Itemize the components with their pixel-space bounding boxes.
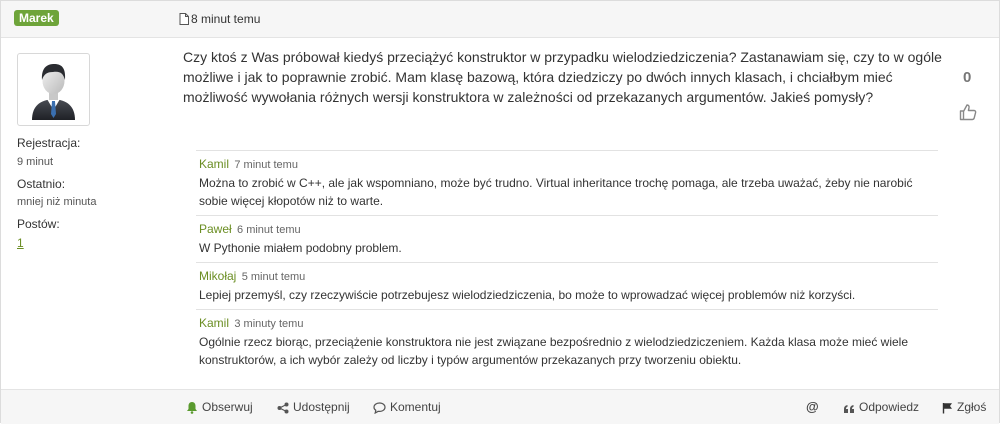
comment-author[interactable]: Mikołaj [199, 269, 236, 283]
comment-text: Można to zrobić w C++, ale jak wspomnian… [199, 176, 913, 208]
comment: Kamil 3 minuty temu Ogólnie rzecz biorąc… [196, 309, 938, 374]
share-button[interactable]: Udostępnij [277, 399, 350, 415]
report-button[interactable]: Zgłoś [942, 399, 986, 415]
bell-icon [187, 402, 197, 414]
observe-label: Obserwuj [202, 400, 253, 414]
comment-time: 5 minut temu [241, 271, 306, 283]
forum-post: Marek 8 minut temu Rejestracja: 9 minut … [0, 0, 1000, 424]
quote-icon [844, 405, 854, 413]
observe-button[interactable]: Obserwuj [186, 399, 253, 415]
comment-author[interactable]: Kamil [199, 157, 229, 171]
last-seen-label: Ostatnio: [17, 177, 66, 191]
post-header: Marek 8 minut temu [1, 1, 999, 38]
comment-label: Komentuj [390, 400, 441, 414]
user-avatar-icon [32, 64, 75, 120]
reply-button[interactable]: Odpowiedz [843, 399, 919, 415]
report-label: Zgłoś [957, 400, 987, 414]
post-body: Czy ktoś z Was próbował kiedyś przeciąży… [183, 49, 942, 105]
comment: Paweł 6 minut temu W Pythonie miałem pod… [196, 215, 938, 262]
user-info: Rejestracja: 9 minut Ostatnio: mniej niż… [1, 38, 173, 388]
comment-author[interactable]: Kamil [199, 316, 229, 330]
comment-text: Ogólnie rzecz biorąc, przeciążenie konst… [199, 335, 909, 367]
post-time-text: 8 minut temu [191, 12, 261, 26]
share-icon [277, 402, 289, 414]
comment-button[interactable]: Komentuj [373, 399, 441, 415]
comment-time: 7 minut temu [234, 159, 298, 171]
reply-label: Odpowiedz [859, 400, 920, 414]
document-icon [179, 13, 189, 25]
share-label: Udostępnij [293, 400, 350, 414]
comment: Kamil 7 minut temu Można to zrobić w C++… [196, 150, 938, 215]
vote-count: 0 [963, 69, 972, 86]
comment-text: Lepiej przemyśl, czy rzeczywiście potrze… [199, 288, 856, 302]
comment-icon [373, 402, 386, 415]
post-footer: Obserwuj Udostępnij Komentuj @ Odpowiedz [1, 389, 999, 424]
comment: Mikołaj 5 minut temu Lepiej przemyśl, cz… [196, 262, 938, 309]
comment-author[interactable]: Paweł [199, 222, 232, 236]
post-time: 8 minut temu [179, 11, 260, 27]
like-icon[interactable] [959, 103, 977, 121]
last-seen-value: mniej niż minuta [17, 196, 97, 208]
comments-list: Kamil 7 minut temu Można to zrobić w C++… [196, 150, 938, 374]
registration-value: 9 minut [17, 156, 54, 168]
mention-button[interactable]: @ [806, 399, 819, 415]
registration-label: Rejestracja: [17, 136, 81, 150]
author-badge[interactable]: Marek [14, 10, 59, 26]
posts-label: Postów: [17, 217, 60, 231]
avatar[interactable] [17, 53, 90, 126]
flag-icon [942, 403, 952, 414]
comment-time: 6 minut temu [237, 224, 301, 236]
comment-time: 3 minuty temu [234, 318, 304, 330]
posts-count-link[interactable]: 1 [17, 236, 24, 250]
comment-text: W Pythonie miałem podobny problem. [199, 241, 402, 255]
